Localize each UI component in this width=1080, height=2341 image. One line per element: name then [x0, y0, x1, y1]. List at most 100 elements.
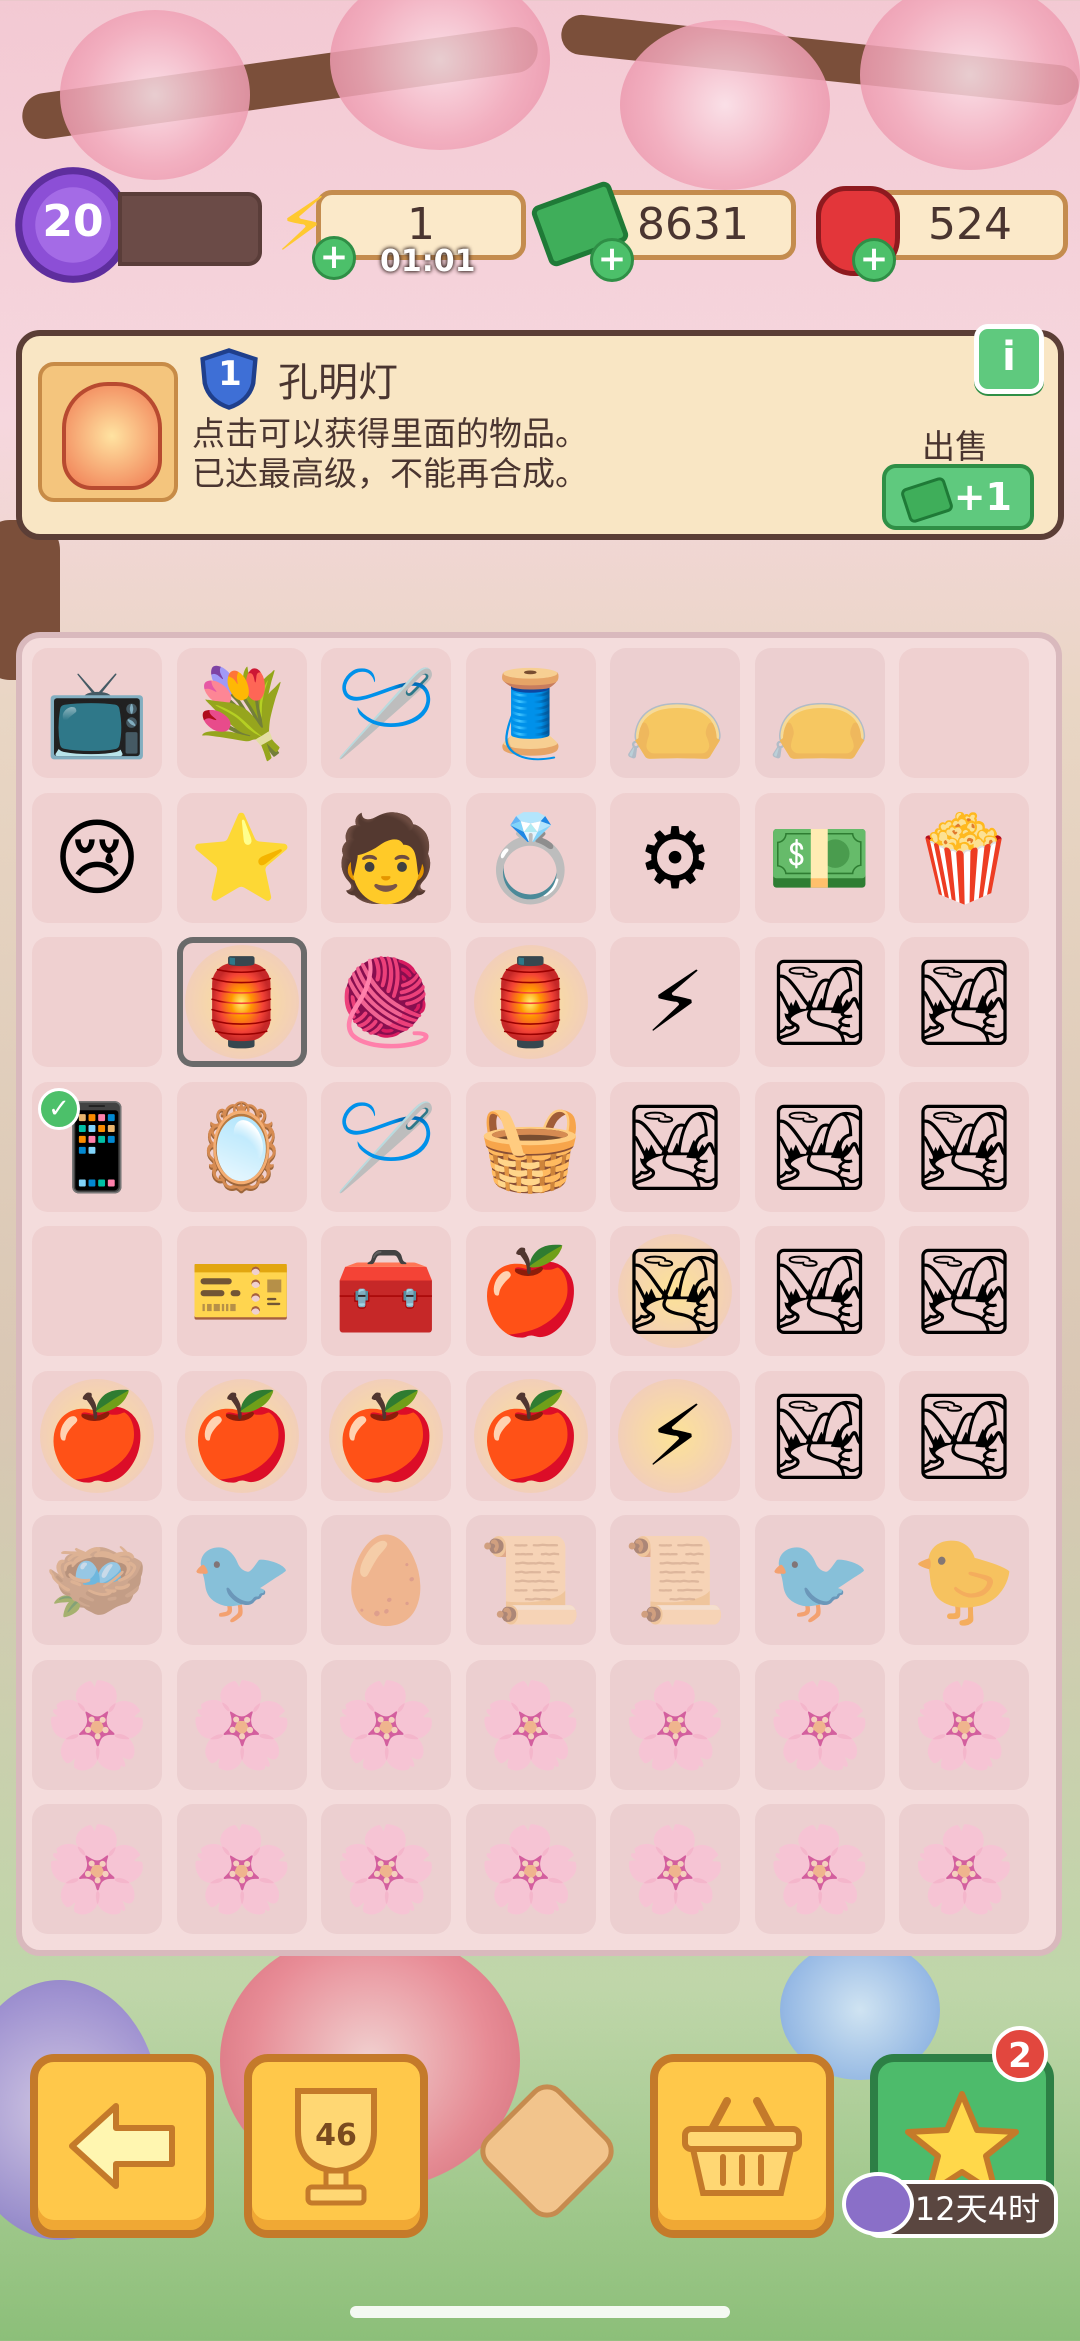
bracelet-icon: 💍	[478, 808, 583, 907]
board-item-embroidery-hoop[interactable]: 🪡	[321, 1081, 451, 1212]
board-item-yarn[interactable]: 🧶	[321, 937, 451, 1067]
description-line-1: 点击可以获得里面的物品。	[192, 414, 588, 453]
flower-box-icon: 🌸	[478, 1820, 583, 1918]
board-item-flower-box[interactable]: 🌸	[899, 1659, 1029, 1790]
board-item-flower-box[interactable]: 🌸	[610, 1659, 740, 1790]
board-item-purple-star[interactable]: ⭐	[176, 792, 307, 923]
board-item-waterfall-girl[interactable]: 🏞	[899, 1081, 1029, 1212]
waterfall-energy-icon: ⚡	[645, 1386, 705, 1485]
board-item-waterfall-girl[interactable]: 🏞	[899, 1370, 1029, 1501]
sell-label: 出售	[922, 427, 988, 466]
board-item-fruit-plate[interactable]: 🍎	[465, 1370, 596, 1501]
board-item-scroll[interactable]: 📜	[465, 1515, 596, 1645]
sell-button[interactable]: +1	[882, 464, 1034, 530]
board-item-waterfall-girl[interactable]: 🏞	[754, 1081, 885, 1212]
board-item-tv[interactable]: 📺	[32, 648, 162, 778]
fruit-plate-icon: 🍎	[478, 1386, 583, 1485]
board-item-flower-box[interactable]: 🌸	[754, 1804, 885, 1934]
board-item-waterfall-girl[interactable]: 🏞	[610, 1081, 740, 1212]
board-cell-empty[interactable]	[32, 1226, 162, 1356]
board-item-cash-stack[interactable]: 💵	[754, 792, 885, 923]
waterfall-girl-icon: 🏞	[910, 1386, 1018, 1485]
board-item-lady-with-flowers[interactable]: 💐	[176, 648, 307, 778]
flower-box-icon: 🌸	[333, 1675, 439, 1774]
popcorn-icon: 🍿	[911, 808, 1017, 907]
board-item-flower-box[interactable]: 🌸	[610, 1804, 740, 1934]
lady-with-flowers-icon: 💐	[189, 664, 294, 762]
spinning-wheel-icon: ⚙	[637, 808, 713, 907]
tv-icon: 📺	[44, 664, 150, 762]
board-cell-empty[interactable]	[899, 648, 1029, 778]
basket-button[interactable]	[650, 2054, 834, 2238]
waterfall-girl-icon: 🏞	[766, 1097, 873, 1196]
flower-box-icon: 🌸	[189, 1675, 294, 1774]
board-item-flower-box[interactable]: 🌸	[754, 1659, 885, 1790]
board-item-fruit-basket[interactable]: 🧺	[465, 1081, 596, 1212]
scholar-crying-icon: 😢	[53, 808, 141, 907]
board-item-sewing-box[interactable]: 🧰	[321, 1226, 451, 1356]
add-gems-button[interactable]: +	[852, 238, 896, 282]
board-item-bird[interactable]: 🐦	[176, 1515, 307, 1645]
board-item-waterfall-energy[interactable]: ⚡	[610, 1370, 740, 1501]
flower-box-icon: 🌸	[44, 1675, 150, 1774]
board-item-eggs[interactable]: 🥚	[321, 1515, 451, 1645]
board-item-scrolls[interactable]: 📜	[610, 1515, 740, 1645]
board-item-lady-phone[interactable]: 📱 ✓	[32, 1081, 162, 1212]
add-cash-button[interactable]: +	[590, 238, 634, 282]
board-item-waterfall-girl[interactable]: 🏞	[754, 1370, 885, 1501]
waterfall-girl-icon: 🏞	[910, 1242, 1018, 1340]
board-item-pouch[interactable]: 👝	[610, 648, 740, 778]
fruit-plate-icon: 🍎	[333, 1386, 439, 1485]
board-item-needle[interactable]: 🪡	[321, 648, 451, 778]
board-item-flower-box[interactable]: 🌸	[32, 1659, 162, 1790]
board-item-flower-box[interactable]: 🌸	[465, 1659, 596, 1790]
board-item-bracelet[interactable]: 💍	[465, 792, 596, 923]
board-item-flower-box[interactable]: 🌸	[176, 1804, 307, 1934]
board-item-chick[interactable]: 🐤	[899, 1515, 1029, 1645]
board-item-pouch[interactable]: 👝	[754, 648, 885, 778]
flower-box-icon: 🌸	[911, 1675, 1017, 1774]
back-button[interactable]	[30, 2054, 214, 2238]
board-cell-empty[interactable]	[32, 937, 162, 1067]
sky-lantern-thumbnail	[38, 362, 178, 502]
waterfall-girl-icon: 🏞	[766, 1242, 873, 1340]
board-item-sky-lantern[interactable]: 🏮	[176, 937, 307, 1067]
board-item-fruit-plate[interactable]: 🍎	[321, 1370, 451, 1501]
flower-box-icon: 🌸	[333, 1820, 439, 1918]
board-item-flower-box[interactable]: 🌸	[176, 1659, 307, 1790]
add-energy-button[interactable]: +	[312, 236, 356, 280]
board-item-lady-mirror[interactable]: 🪞	[176, 1081, 307, 1212]
board-item-ticket[interactable]: 🎫	[176, 1226, 307, 1356]
board-item-scholar-crying[interactable]: 😢	[32, 792, 162, 923]
board-item-flower-box[interactable]: 🌸	[899, 1804, 1029, 1934]
board-item-spinning-wheel[interactable]: ⚙	[610, 792, 740, 923]
waterfall-girl-icon: 🏞	[621, 1097, 729, 1196]
board-item-scholar[interactable]: 🧑	[321, 792, 451, 923]
board-item-flower-box[interactable]: 🌸	[465, 1804, 596, 1934]
event-notification-badge: 2	[992, 2026, 1048, 2082]
item-level: 1	[218, 354, 242, 394]
board-item-waterfall-girl[interactable]: 🏞	[899, 937, 1029, 1067]
flower-box-icon: 🌸	[767, 1820, 872, 1918]
board-item-fruit-plate[interactable]: 🍎	[32, 1370, 162, 1501]
board-item-sky-lantern[interactable]: 🏮	[465, 937, 596, 1067]
board-item-waterfall-girl[interactable]: 🏞	[610, 1226, 740, 1356]
home-indicator[interactable]	[350, 2306, 730, 2318]
checkmark-icon: ✓	[38, 1087, 80, 1130]
board-item-bird[interactable]: 🐦	[754, 1515, 885, 1645]
board-item-waterfall-girl[interactable]: 🏞	[899, 1226, 1029, 1356]
board-item-flower-box[interactable]: 🌸	[321, 1804, 451, 1934]
board-item-waterfall-energy[interactable]: ⚡	[610, 937, 740, 1067]
board-item-popcorn[interactable]: 🍿	[899, 792, 1029, 923]
board-item-flower-box[interactable]: 🌸	[32, 1804, 162, 1934]
board-item-flower-box[interactable]: 🌸	[321, 1659, 451, 1790]
info-button[interactable]: i	[974, 324, 1044, 394]
gem-counter[interactable]: 524	[872, 190, 1068, 260]
board-item-fruit-plate[interactable]: 🍎	[465, 1226, 596, 1356]
board-item-waterfall-girl[interactable]: 🏞	[754, 1226, 885, 1356]
board-item-bird-nest[interactable]: 🪺	[32, 1515, 162, 1645]
item-name: 孔明灯	[278, 360, 398, 406]
board-item-fruit-plate[interactable]: 🍎	[176, 1370, 307, 1501]
board-item-lady-embroidering[interactable]: 🧵	[465, 648, 596, 778]
board-item-waterfall-girl[interactable]: 🏞	[754, 937, 885, 1067]
